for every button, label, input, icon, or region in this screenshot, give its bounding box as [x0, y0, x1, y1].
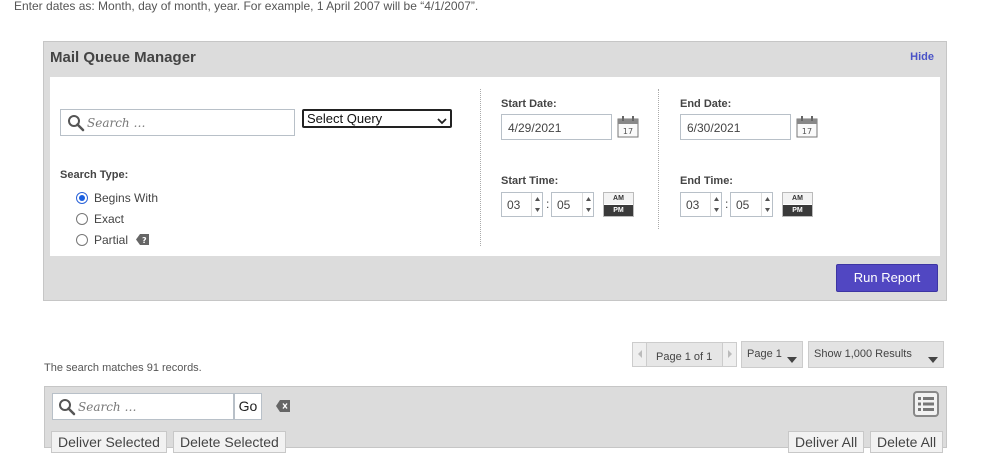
end-minute-stepper[interactable]: 05: [730, 192, 773, 217]
start-minute-value: 05: [557, 198, 571, 212]
search-icon: [67, 114, 85, 135]
time-separator: :: [546, 197, 550, 211]
delete-all-button[interactable]: Delete All: [870, 431, 944, 453]
deliver-selected-button[interactable]: Deliver Selected: [51, 431, 167, 453]
delete-selected-button[interactable]: Delete Selected: [173, 431, 286, 453]
calendar-day: 17: [802, 127, 812, 136]
caret-down-icon: [928, 352, 938, 366]
end-hour-value: 03: [686, 198, 700, 212]
stepper-arrows-icon[interactable]: [531, 193, 542, 216]
calendar-icon[interactable]: 17: [617, 116, 639, 138]
grid-search-placeholder: Search …: [78, 400, 137, 414]
search-form: Search … Select Query Search Type: Begin…: [50, 77, 940, 256]
page-select-value: Page 1: [747, 348, 782, 360]
search-icon: [58, 398, 76, 419]
time-separator: :: [725, 197, 729, 211]
am-option[interactable]: AM: [604, 193, 633, 204]
divider: [480, 89, 481, 246]
clear-search-icon[interactable]: [276, 400, 290, 415]
svg-text:?: ?: [142, 236, 147, 245]
radio-label: Exact: [94, 212, 125, 226]
am-pm-toggle[interactable]: AM PM: [603, 192, 634, 217]
prev-page-button[interactable]: [633, 343, 647, 366]
mail-queue-panel: Mail Queue Manager Hide Search … Select …: [43, 41, 947, 301]
radio-button[interactable]: [76, 213, 88, 225]
stepper-arrows-icon[interactable]: [582, 193, 593, 216]
page-select[interactable]: Page 1: [741, 341, 803, 368]
go-button[interactable]: Go: [234, 393, 262, 420]
pager: Page 1 of 1: [632, 342, 737, 367]
search-placeholder: Search …: [87, 116, 146, 130]
end-date-value: 6/30/2021: [687, 121, 741, 135]
end-date-label: End Date:: [680, 98, 732, 110]
next-page-button[interactable]: [722, 343, 736, 366]
start-time-label: Start Time:: [501, 175, 559, 187]
run-report-button[interactable]: Run Report: [836, 264, 938, 292]
date-format-hint: Enter dates as: Month, day of month, yea…: [14, 0, 479, 13]
start-date-value: 4/29/2021: [508, 121, 562, 135]
stepper-arrows-icon[interactable]: [710, 193, 721, 216]
end-hour-stepper[interactable]: 03: [680, 192, 722, 217]
start-date-label: Start Date:: [501, 98, 557, 110]
hide-link[interactable]: Hide: [910, 51, 934, 63]
radio-label: Begins With: [94, 191, 159, 205]
stepper-arrows-icon[interactable]: [761, 193, 772, 216]
panel-title: Mail Queue Manager: [50, 49, 196, 66]
search-input[interactable]: Search …: [60, 109, 295, 136]
column-menu-icon[interactable]: [913, 391, 939, 417]
results-per-page-value: Show 1,000 Results: [814, 348, 912, 360]
calendar-icon[interactable]: 17: [796, 116, 818, 138]
radio-label: Partial: [94, 233, 129, 247]
info-tag-icon[interactable]: ?: [136, 234, 149, 248]
am-option[interactable]: AM: [783, 193, 812, 204]
end-date-field[interactable]: 6/30/2021: [680, 114, 791, 140]
end-time-label: End Time:: [680, 175, 733, 187]
start-hour-stepper[interactable]: 03: [501, 192, 543, 217]
deliver-all-button[interactable]: Deliver All: [788, 431, 865, 453]
calendar-day: 17: [623, 127, 633, 136]
caret-down-icon: [787, 352, 797, 366]
grid-toolbar: Search … Go Deliver Selected Delete Sele…: [44, 386, 947, 453]
results-per-page-select[interactable]: Show 1,000 Results: [808, 341, 944, 368]
select-query-dropdown[interactable]: Select Query: [302, 109, 452, 128]
start-date-field[interactable]: 4/29/2021: [501, 114, 612, 140]
start-minute-stepper[interactable]: 05: [551, 192, 594, 217]
radio-button[interactable]: [76, 234, 88, 246]
grid-search-input[interactable]: Search …: [52, 393, 234, 420]
page-indicator: Page 1 of 1: [656, 351, 713, 363]
end-minute-value: 05: [736, 198, 750, 212]
pm-option[interactable]: PM: [604, 205, 633, 216]
radio-button[interactable]: [76, 192, 88, 204]
select-query-value: Select Query: [307, 111, 383, 126]
match-count: The search matches 91 records.: [44, 362, 202, 374]
search-type-label: Search Type:: [60, 169, 129, 181]
am-pm-toggle[interactable]: AM PM: [782, 192, 813, 217]
divider: [658, 89, 659, 229]
start-hour-value: 03: [507, 198, 521, 212]
chevron-down-icon: [437, 114, 447, 128]
pm-option[interactable]: PM: [783, 205, 812, 216]
